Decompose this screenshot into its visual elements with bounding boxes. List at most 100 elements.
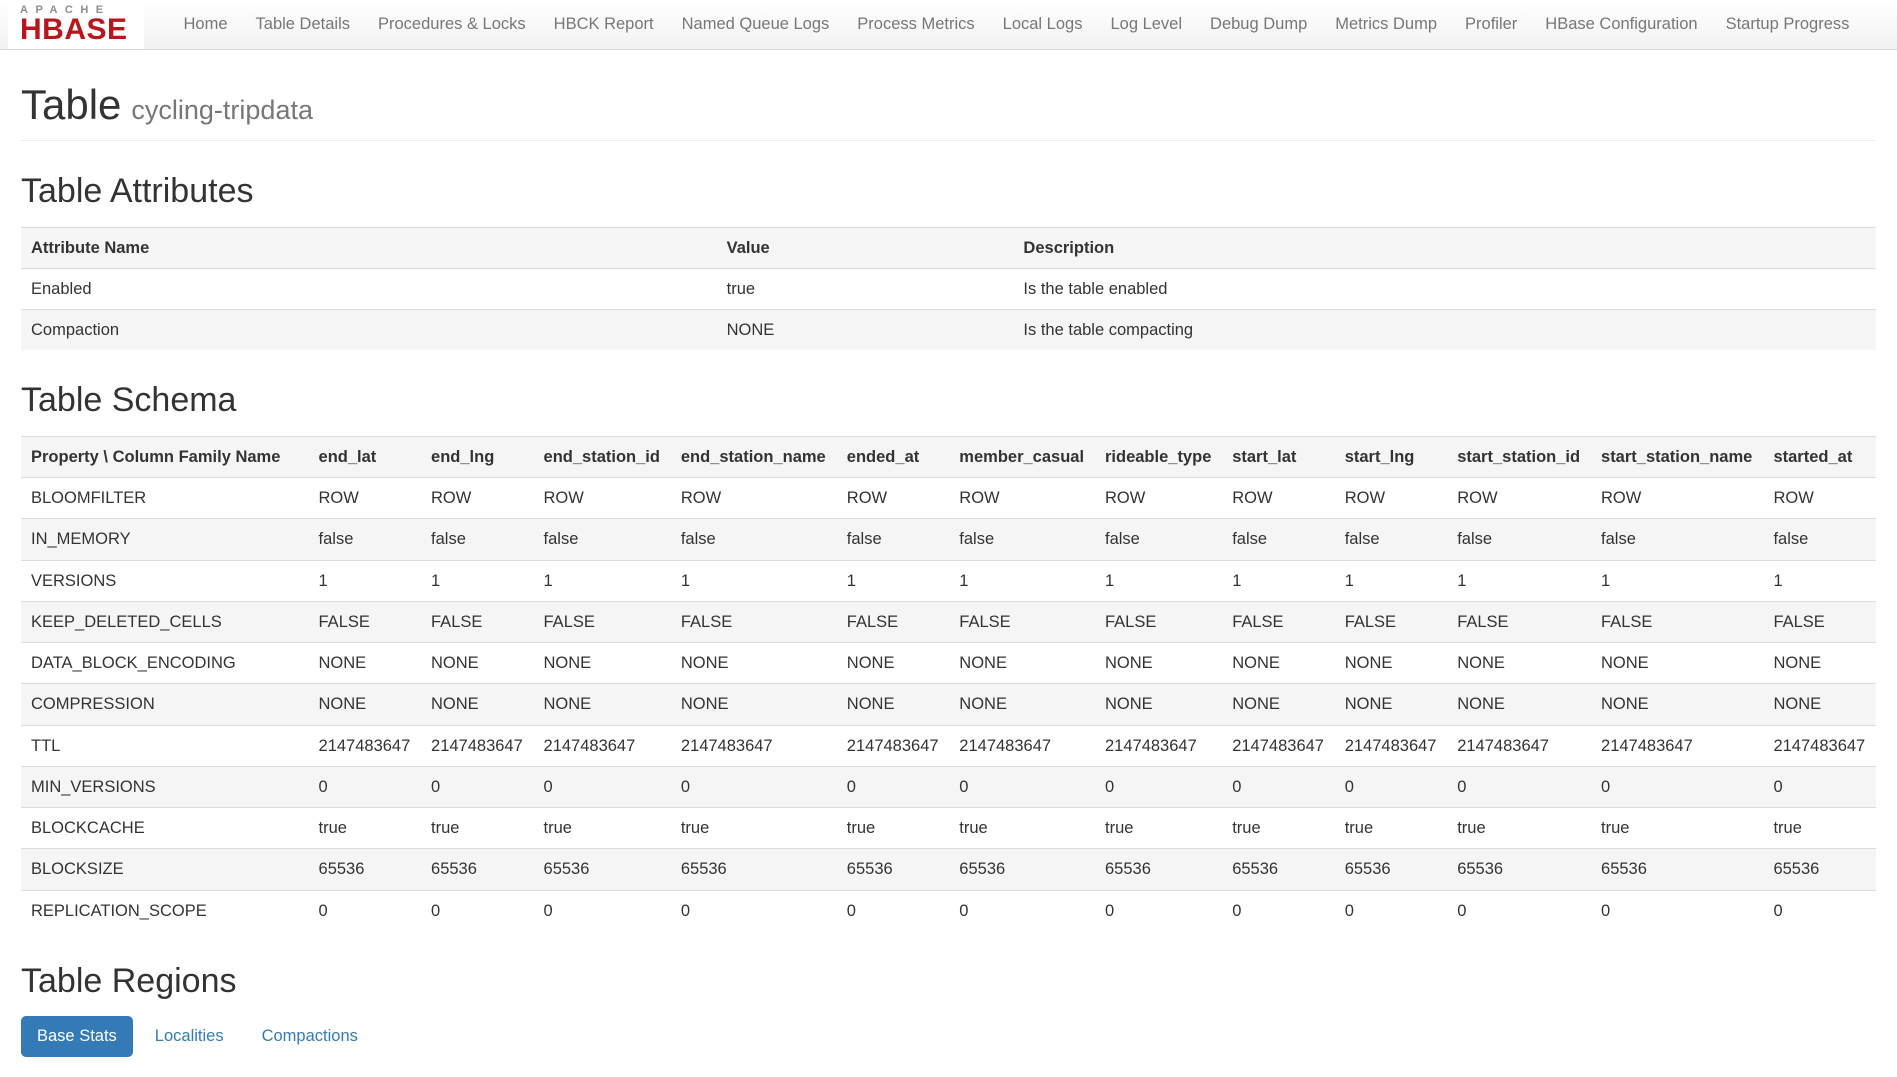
nav-link-metrics-dump[interactable]: Metrics Dump <box>1321 0 1451 49</box>
tab-link-base-stats[interactable]: Base Stats <box>21 1016 133 1057</box>
attr-col-attribute-name: Attribute Name <box>21 227 717 268</box>
schema-value-cell: 2147483647 <box>1335 725 1448 766</box>
nav-link-table-details[interactable]: Table Details <box>242 0 364 49</box>
schema-property-cell: TTL <box>21 725 309 766</box>
nav-link-hbck-report[interactable]: HBCK Report <box>540 0 668 49</box>
nav-link-named-queue-logs[interactable]: Named Queue Logs <box>668 0 844 49</box>
schema-value-cell: false <box>1591 519 1763 560</box>
schema-value-cell: NONE <box>1591 684 1763 725</box>
nav-link-local-logs[interactable]: Local Logs <box>989 0 1097 49</box>
schema-value-cell: false <box>837 519 950 560</box>
schema-row: VERSIONS111111111111 <box>21 560 1876 601</box>
schema-value-cell: NONE <box>1222 643 1335 684</box>
schema-row: IN_MEMORYfalsefalsefalsefalsefalsefalsef… <box>21 519 1876 560</box>
schema-value-cell: FALSE <box>1335 601 1448 642</box>
schema-value-cell: 65536 <box>534 849 671 890</box>
schema-row: BLOCKCACHEtruetruetruetruetruetruetruetr… <box>21 808 1876 849</box>
schema-property-cell: KEEP_DELETED_CELLS <box>21 601 309 642</box>
nav-link-procedures-locks[interactable]: Procedures & Locks <box>364 0 540 49</box>
schema-value-cell: false <box>534 519 671 560</box>
tab-link-localities[interactable]: Localities <box>139 1016 240 1057</box>
schema-value-cell: 65536 <box>1222 849 1335 890</box>
nav-item-profiler: Profiler <box>1451 0 1531 49</box>
nav-item-debug-dump: Debug Dump <box>1196 0 1321 49</box>
schema-value-cell: 0 <box>837 890 950 931</box>
schema-value-cell: 1 <box>671 560 837 601</box>
schema-value-cell: false <box>1335 519 1448 560</box>
nav-link-debug-dump[interactable]: Debug Dump <box>1196 0 1321 49</box>
schema-value-cell: false <box>949 519 1095 560</box>
schema-col-member-casual: member_casual <box>949 436 1095 477</box>
schema-value-cell: 65536 <box>1763 849 1876 890</box>
schema-value-cell: 2147483647 <box>837 725 950 766</box>
schema-value-cell: 2147483647 <box>1222 725 1335 766</box>
schema-value-cell: true <box>949 808 1095 849</box>
nav-link-home[interactable]: Home <box>170 0 242 49</box>
hbase-logo[interactable]: APACHE HBASE <box>8 0 144 49</box>
nav-link-process-metrics[interactable]: Process Metrics <box>843 0 988 49</box>
schema-value-cell: ROW <box>1335 478 1448 519</box>
schema-value-cell: FALSE <box>1095 601 1222 642</box>
schema-value-cell: FALSE <box>837 601 950 642</box>
schema-value-cell: NONE <box>1447 684 1591 725</box>
schema-value-cell: NONE <box>1335 684 1448 725</box>
schema-value-cell: 0 <box>949 766 1095 807</box>
nav-link-log-level[interactable]: Log Level <box>1096 0 1196 49</box>
attr-col-value: Value <box>717 227 1014 268</box>
schema-table: Property \ Column Family Nameend_latend_… <box>21 436 1876 931</box>
nav-menu: HomeTable DetailsProcedures & LocksHBCK … <box>170 0 1864 49</box>
page-header: Tablecycling-tripdata <box>21 82 1876 141</box>
schema-value-cell: 65536 <box>837 849 950 890</box>
nav-link-hbase-configuration[interactable]: HBase Configuration <box>1531 0 1711 49</box>
page-title: Tablecycling-tripdata <box>21 82 1876 128</box>
schema-value-cell: true <box>1095 808 1222 849</box>
nav-item-table-details: Table Details <box>242 0 364 49</box>
hbase-wordmark: HBASE <box>20 16 128 45</box>
nav-link-profiler[interactable]: Profiler <box>1451 0 1531 49</box>
schema-value-cell: false <box>309 519 422 560</box>
schema-property-cell: REPLICATION_SCOPE <box>21 890 309 931</box>
attr-description-cell: Is the table enabled <box>1013 268 1876 309</box>
schema-value-cell: 0 <box>1095 890 1222 931</box>
schema-property-cell: BLOCKCACHE <box>21 808 309 849</box>
schema-value-cell: NONE <box>1095 684 1222 725</box>
nav-item-log-level: Log Level <box>1096 0 1196 49</box>
schema-value-cell: 0 <box>1591 890 1763 931</box>
page-content: Tablecycling-tripdata Table Attributes A… <box>0 82 1897 1077</box>
schema-value-cell: NONE <box>1763 684 1876 725</box>
schema-value-cell: 1 <box>534 560 671 601</box>
schema-value-cell: 2147483647 <box>309 725 422 766</box>
schema-value-cell: ROW <box>534 478 671 519</box>
nav-item-hbck-report: HBCK Report <box>540 0 668 49</box>
schema-value-cell: 2147483647 <box>949 725 1095 766</box>
attributes-heading: Table Attributes <box>21 173 1876 210</box>
schema-value-cell: false <box>671 519 837 560</box>
schema-value-cell: 2147483647 <box>1763 725 1876 766</box>
schema-value-cell: ROW <box>1591 478 1763 519</box>
schema-value-cell: true <box>837 808 950 849</box>
regions-heading: Table Regions <box>21 963 1876 1000</box>
schema-property-cell: BLOOMFILTER <box>21 478 309 519</box>
page-title-text: Table <box>21 81 121 128</box>
schema-row: BLOOMFILTERROWROWROWROWROWROWROWROWROWRO… <box>21 478 1876 519</box>
schema-value-cell: false <box>1095 519 1222 560</box>
nav-item-startup-progress: Startup Progress <box>1712 0 1864 49</box>
schema-value-cell: 65536 <box>1335 849 1448 890</box>
schema-value-cell: true <box>1222 808 1335 849</box>
schema-value-cell: 2147483647 <box>1095 725 1222 766</box>
schema-value-cell: FALSE <box>1222 601 1335 642</box>
schema-value-cell: 2147483647 <box>534 725 671 766</box>
schema-col-rideable-type: rideable_type <box>1095 436 1222 477</box>
schema-value-cell: ROW <box>1447 478 1591 519</box>
nav-item-procedures-locks: Procedures & Locks <box>364 0 540 49</box>
region-tabs: Base StatsLocalitiesCompactions <box>21 1016 1876 1057</box>
schema-value-cell: FALSE <box>309 601 422 642</box>
nav-link-startup-progress[interactable]: Startup Progress <box>1712 0 1864 49</box>
attr-name-cell: Compaction <box>21 310 717 351</box>
tab-compactions: Compactions <box>246 1016 374 1057</box>
schema-property-cell: COMPRESSION <box>21 684 309 725</box>
tab-link-compactions[interactable]: Compactions <box>246 1016 374 1057</box>
schema-value-cell: 65536 <box>1095 849 1222 890</box>
schema-value-cell: 0 <box>1591 766 1763 807</box>
schema-value-cell: 1 <box>421 560 534 601</box>
